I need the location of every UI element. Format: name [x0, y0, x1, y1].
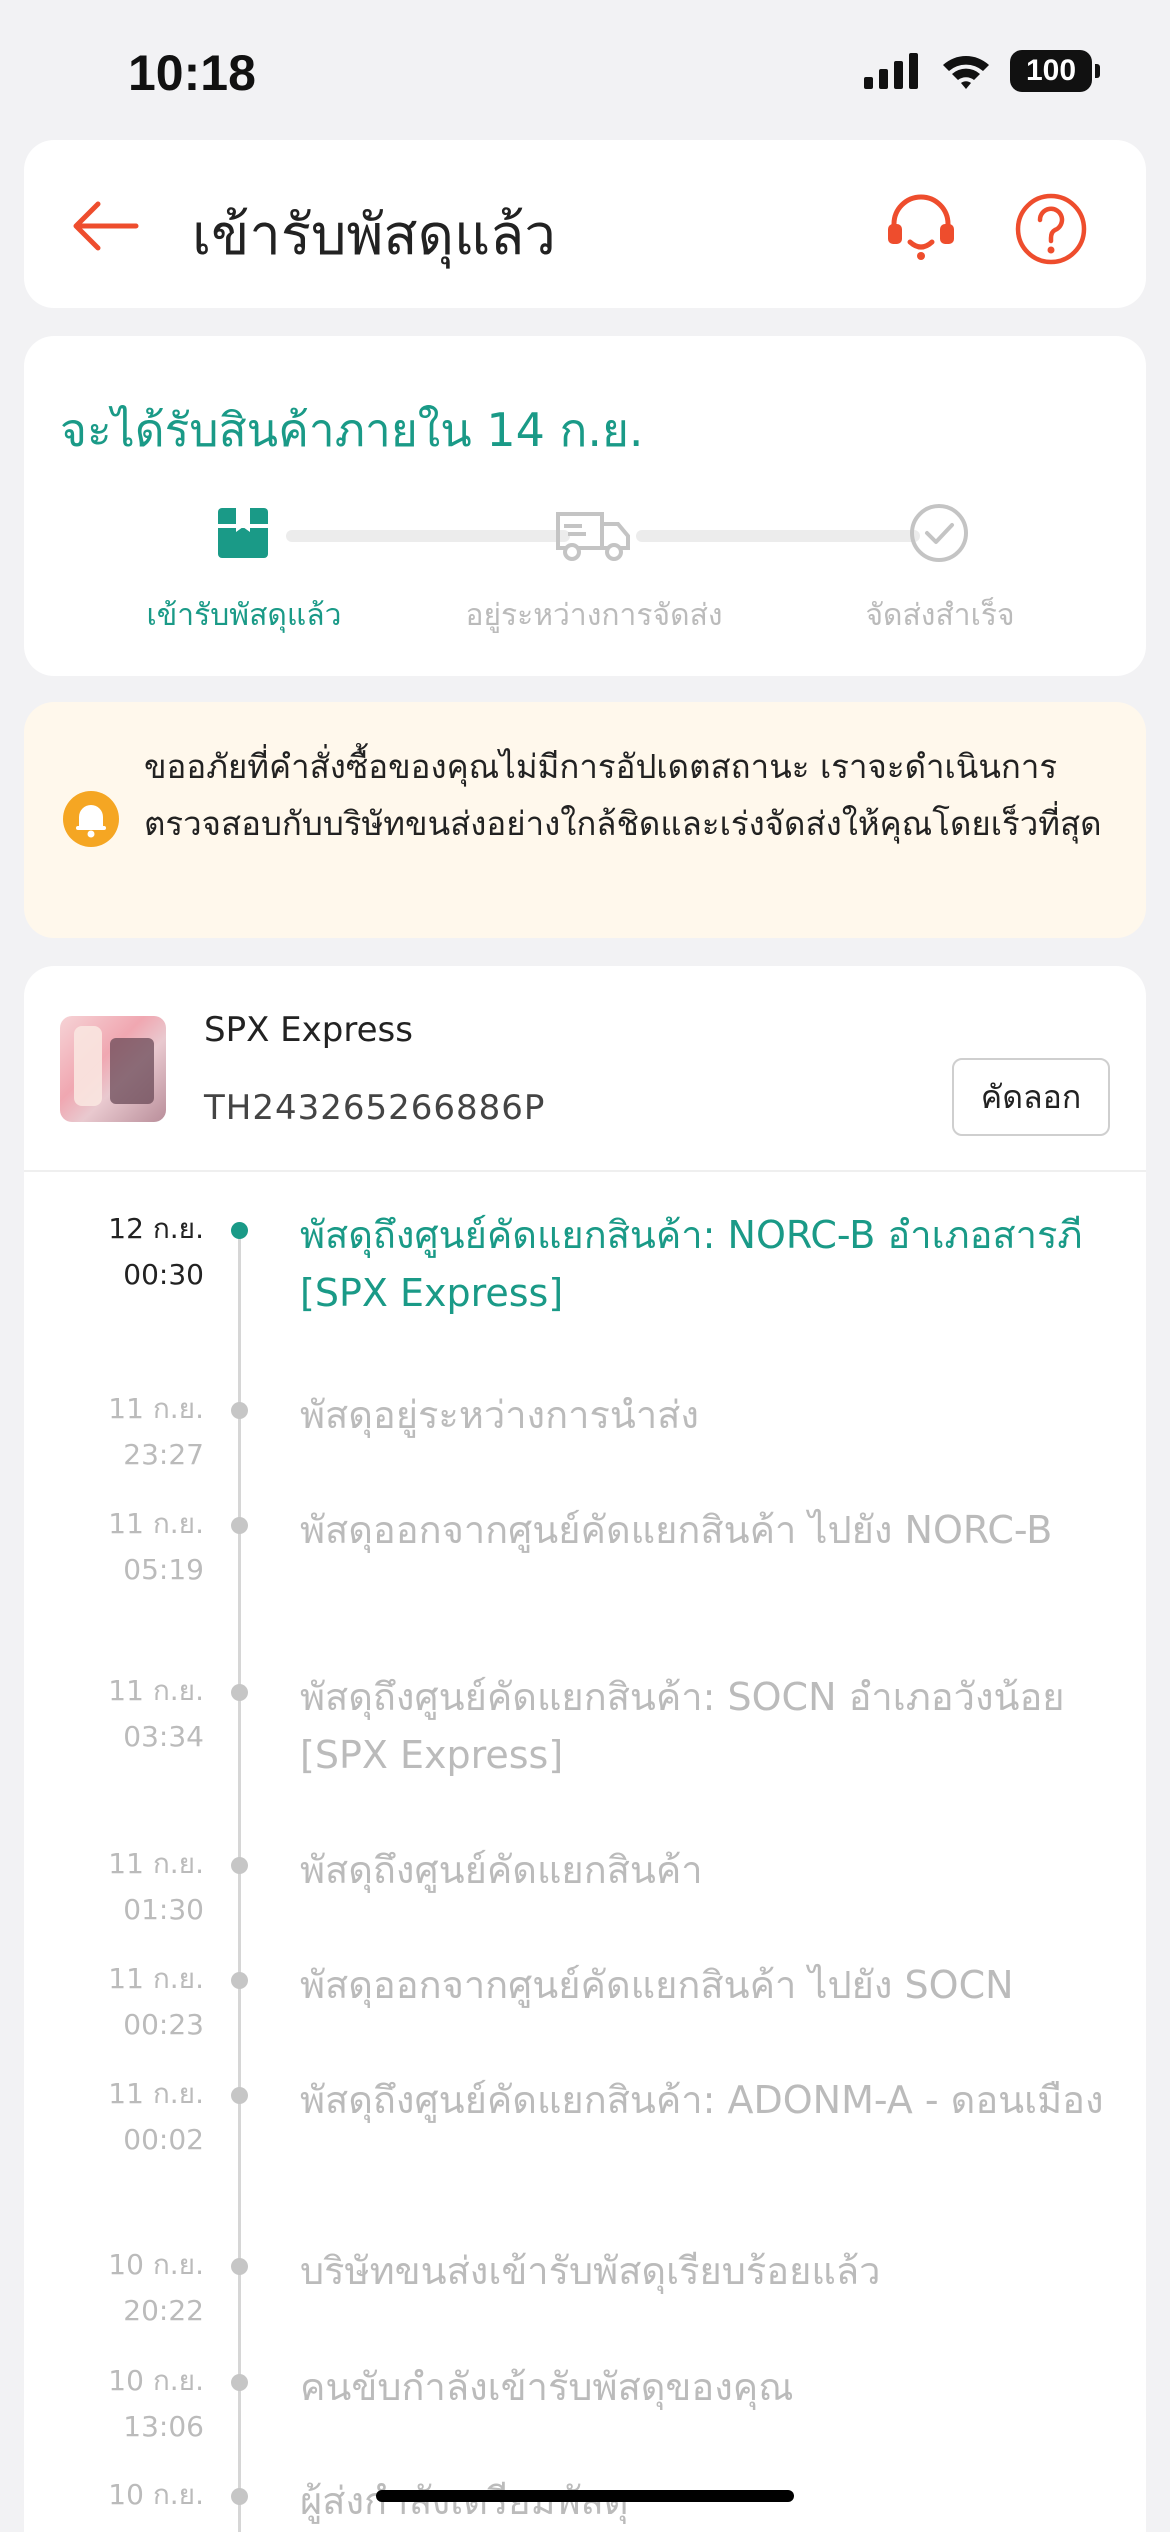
- battery-icon: 100: [1010, 50, 1100, 92]
- status-icons: 100: [862, 50, 1100, 92]
- timeline-dot: [231, 1972, 248, 1989]
- event-description: พัสดุออกจากศูนย์คัดแยกสินค้า ไปยัง NORC-…: [300, 1508, 1053, 1552]
- truck-icon: [556, 512, 630, 561]
- event-time: 05:19: [123, 1553, 204, 1586]
- package-icon: [218, 508, 268, 558]
- timeline-dot: [231, 1517, 248, 1534]
- event-datetime: 11 ก.ย. 01:30: [54, 1841, 204, 1933]
- event-description: พัสดุออกจากศูนย์คัดแยกสินค้า ไปยัง SOCN: [300, 1963, 1014, 2007]
- event-datetime: 11 ก.ย. 03:34: [54, 1668, 204, 1760]
- event-datetime: 11 ก.ย. 05:19: [54, 1501, 204, 1593]
- event-datetime: 11 ก.ย. 00:23: [54, 1956, 204, 2048]
- event-date: 10 ก.ย.: [108, 2478, 204, 2511]
- status-bar: 10:18 100: [0, 0, 1170, 140]
- event-description: พัสดุถึงศูนย์คัดแยกสินค้า: SOCN อำเภอวัง…: [300, 1675, 1065, 1777]
- home-indicator: [376, 2490, 794, 2502]
- event-description: บริษัทขนส่งเข้ารับพัสดุเรียบร้อยแล้ว: [300, 2249, 881, 2293]
- event-date: 11 ก.ย.: [108, 1507, 204, 1540]
- status-time: 10:18: [128, 45, 256, 101]
- timeline-dot: [231, 1684, 248, 1701]
- event-datetime: 12 ก.ย. 00:30: [54, 1206, 204, 1298]
- event-description: พัสดุถึงศูนย์คัดแยกสินค้า: ADONM-A - ดอน…: [300, 2078, 1104, 2122]
- cellular-signal-icon: [864, 53, 918, 89]
- event-datetime: 10 ก.ย. 13:06: [54, 2358, 204, 2450]
- event-time: 03:34: [123, 1720, 204, 1753]
- event-time: 00:23: [123, 2008, 204, 2041]
- tracking-number: TH243265266886P: [204, 1088, 546, 1128]
- step-label-delivered: จัดส่งสำเร็จ: [865, 598, 1015, 633]
- progress-track: [286, 530, 570, 542]
- event-time: 20:22: [123, 2294, 204, 2327]
- event-date: 11 ก.ย.: [108, 2077, 204, 2110]
- notice-text: ขออภัยที่คำสั่งซื้อของคุณไม่มีการอัปเดตส…: [144, 747, 1102, 843]
- event-time: 00:30: [123, 1258, 204, 1291]
- header: เข้ารับพัสดุแล้ว: [24, 140, 1146, 308]
- timeline-dot: [231, 1857, 248, 1874]
- product-thumbnail: [60, 1016, 166, 1122]
- event-date: 11 ก.ย.: [108, 1962, 204, 1995]
- delivery-status-card: จะได้รับสินค้าภายใน 14 ก.ย. เข้ารับพัสดุ…: [24, 336, 1146, 676]
- event-date: 11 ก.ย.: [108, 1847, 204, 1880]
- carrier-name: SPX Express: [204, 1010, 413, 1050]
- divider: [24, 1170, 1146, 1172]
- progress-track: [636, 530, 920, 542]
- timeline-dot: [231, 2087, 248, 2104]
- timeline-line: [238, 1226, 241, 2532]
- event-date: 12 ก.ย.: [108, 1212, 204, 1245]
- bell-icon: [63, 791, 119, 847]
- timeline-dot: [231, 2488, 248, 2505]
- tracking-card: SPX Express TH243265266886P คัดลอก 12 ก.…: [24, 966, 1146, 2532]
- check-circle-icon: [910, 504, 968, 562]
- estimated-delivery: จะได้รับสินค้าภายใน 14 ก.ย.: [60, 403, 644, 457]
- event-datetime: 10 ก.ย.: [54, 2472, 204, 2518]
- event-description: พัสดุถึงศูนย์คัดแยกสินค้า: NORC-B อำเภอส…: [300, 1213, 1083, 1315]
- copy-tracking-button[interactable]: คัดลอก: [952, 1058, 1110, 1136]
- event-date: 11 ก.ย.: [108, 1392, 204, 1425]
- help-icon[interactable]: [1012, 190, 1090, 268]
- event-description: พัสดุอยู่ระหว่างการนำส่ง: [300, 1393, 699, 1437]
- wifi-icon: [943, 56, 989, 89]
- event-datetime: 10 ก.ย. 20:22: [54, 2242, 204, 2334]
- page-title: เข้ารับพัสดุแล้ว: [192, 203, 556, 268]
- timeline-dot: [231, 2374, 248, 2391]
- event-time: 23:27: [123, 1438, 204, 1471]
- event-time: 13:06: [123, 2410, 204, 2443]
- timeline-dot: [231, 2258, 248, 2275]
- timeline-dot: [231, 1402, 248, 1419]
- event-description: พัสดุถึงศูนย์คัดแยกสินค้า: [300, 1848, 703, 1892]
- event-datetime: 11 ก.ย. 23:27: [54, 1386, 204, 1478]
- event-description: คนขับกำลังเข้ารับพัสดุของคุณ: [300, 2365, 794, 2409]
- step-label-picked-up: เข้ารับพัสดุแล้ว: [146, 598, 342, 633]
- step-label-in-transit: อยู่ระหว่างการจัดส่ง: [465, 598, 723, 633]
- customer-support-icon[interactable]: [882, 190, 960, 268]
- event-time: 01:30: [123, 1893, 204, 1926]
- timeline-dot: [231, 1222, 248, 1239]
- event-datetime: 11 ก.ย. 00:02: [54, 2071, 204, 2163]
- event-date: 10 ก.ย.: [108, 2248, 204, 2281]
- event-date: 10 ก.ย.: [108, 2364, 204, 2397]
- back-arrow-icon[interactable]: [64, 186, 144, 266]
- event-time: 00:02: [123, 2123, 204, 2156]
- event-date: 11 ก.ย.: [108, 1674, 204, 1707]
- delay-notice: ขออภัยที่คำสั่งซื้อของคุณไม่มีการอัปเดตส…: [24, 702, 1146, 938]
